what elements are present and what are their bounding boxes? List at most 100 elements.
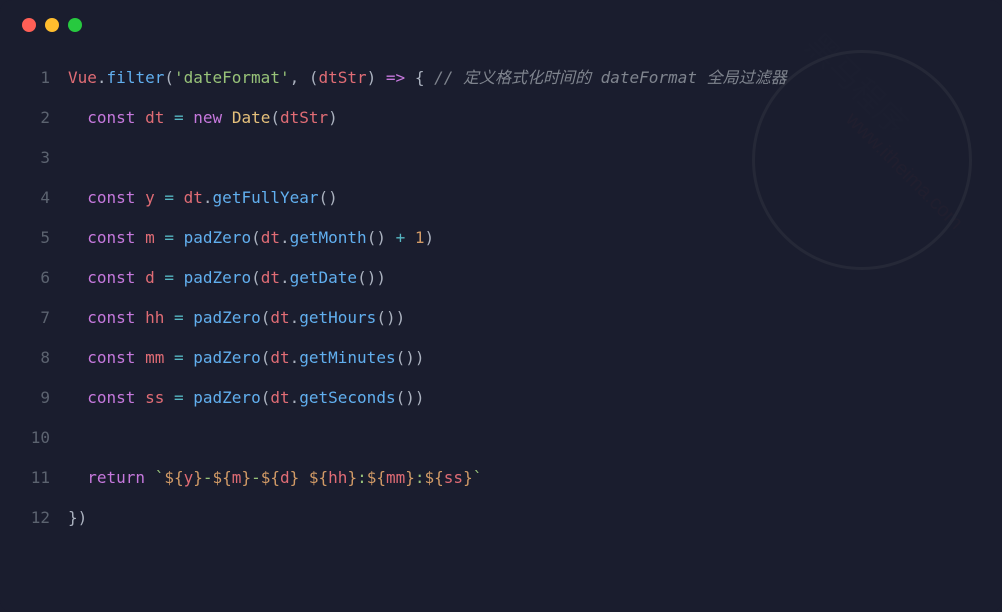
line-content[interactable]: const dt = new Date(dtStr) (68, 98, 980, 138)
line-content[interactable]: return `${y}-${m}-${d} ${hh}:${mm}:${ss}… (68, 458, 980, 498)
token: } (241, 468, 251, 487)
line-content[interactable]: const mm = padZero(dt.getMinutes()) (68, 338, 980, 378)
line-content[interactable]: const m = padZero(dt.getMonth() + 1) (68, 218, 980, 258)
token (155, 268, 165, 287)
token: dt (261, 228, 280, 247)
token: filter (107, 68, 165, 87)
token: () (319, 188, 338, 207)
token (174, 268, 184, 287)
token: = (164, 228, 174, 247)
code-window: 黑马程序 www.itheima.com 1Vue.filter('dateFo… (0, 0, 1002, 612)
token: . (290, 348, 300, 367)
code-line[interactable]: 11 return `${y}-${m}-${d} ${hh}:${mm}:${… (22, 458, 980, 498)
token: - (251, 468, 261, 487)
code-area[interactable]: 1 Vue.filter('dateFormat', (dtStr) => { /… (0, 40, 1002, 560)
token: ${ (164, 468, 183, 487)
code-line[interactable]: 6 const d = padZero(dt.getDate()) (22, 258, 980, 298)
token: } (290, 468, 300, 487)
token: dt (145, 108, 164, 127)
token (155, 188, 165, 207)
token: y (184, 468, 194, 487)
token: getMonth (290, 228, 367, 247)
token: . (203, 188, 213, 207)
line-content[interactable]: Vue.filter('dateFormat', (dtStr) => { //… (68, 58, 980, 98)
token: padZero (193, 348, 260, 367)
token (184, 308, 194, 327)
token (164, 348, 174, 367)
code-line[interactable]: 5 const m = padZero(dt.getMonth() + 1) (22, 218, 980, 258)
line-content[interactable]: }) (68, 498, 980, 538)
code-line[interactable]: 9 const ss = padZero(dt.getSeconds()) (22, 378, 980, 418)
token: ${ (367, 468, 386, 487)
token: + (396, 228, 406, 247)
token (135, 268, 145, 287)
token: hh (145, 308, 164, 327)
line-number: 2 (22, 98, 50, 138)
token: } (347, 468, 357, 487)
line-content[interactable]: const d = padZero(dt.getDate()) (68, 258, 980, 298)
code-line[interactable]: 1Vue.filter('dateFormat', (dtStr) => { /… (22, 58, 980, 98)
token (135, 228, 145, 247)
code-line[interactable]: 2 const dt = new Date(dtStr) (22, 98, 980, 138)
token: . (280, 268, 290, 287)
token: , ( (290, 68, 319, 87)
line-content[interactable]: const ss = padZero(dt.getSeconds()) (68, 378, 980, 418)
token (299, 468, 309, 487)
token: }) (68, 508, 87, 527)
token: ${ (425, 468, 444, 487)
token: ()) (357, 268, 386, 287)
line-number: 9 (22, 378, 50, 418)
token: mm (386, 468, 405, 487)
token (145, 468, 155, 487)
maximize-icon[interactable] (68, 18, 82, 32)
token: ( (261, 308, 271, 327)
token: ()) (396, 388, 425, 407)
token: const (87, 108, 135, 127)
token: ${ (261, 468, 280, 487)
token: } (193, 468, 203, 487)
line-content[interactable]: const hh = padZero(dt.getHours()) (68, 298, 980, 338)
token (174, 228, 184, 247)
minimize-icon[interactable] (45, 18, 59, 32)
token: const (87, 228, 135, 247)
token (155, 228, 165, 247)
token: ) (425, 228, 435, 247)
code-line[interactable]: 8 const mm = padZero(dt.getMinutes()) (22, 338, 980, 378)
token (135, 108, 145, 127)
close-icon[interactable] (22, 18, 36, 32)
token: ( (251, 228, 261, 247)
token: const (87, 348, 135, 367)
token: d (145, 268, 155, 287)
token: . (97, 68, 107, 87)
token: m (145, 228, 155, 247)
token (135, 388, 145, 407)
code-line[interactable]: 3 (22, 138, 980, 178)
token: () (367, 228, 396, 247)
token: - (203, 468, 213, 487)
token: = (174, 388, 184, 407)
token (164, 388, 174, 407)
token: ( (261, 348, 271, 367)
token: . (290, 388, 300, 407)
token: m (232, 468, 242, 487)
token (405, 228, 415, 247)
line-number: 5 (22, 218, 50, 258)
token: 1 (415, 228, 425, 247)
token: ()) (376, 308, 405, 327)
token: } (463, 468, 473, 487)
code-line[interactable]: 7 const hh = padZero(dt.getHours()) (22, 298, 980, 338)
code-line[interactable]: 4 const y = dt.getFullYear() (22, 178, 980, 218)
token: dt (270, 348, 289, 367)
token: const (87, 268, 135, 287)
token: dt (270, 308, 289, 327)
token: mm (145, 348, 164, 367)
code-line[interactable]: 12}) (22, 498, 980, 538)
token (184, 348, 194, 367)
line-content[interactable]: const y = dt.getFullYear() (68, 178, 980, 218)
code-line[interactable]: 10 (22, 418, 980, 458)
token: getDate (290, 268, 357, 287)
token: return (87, 468, 145, 487)
token: const (87, 308, 135, 327)
token (135, 188, 145, 207)
token: getHours (299, 308, 376, 327)
